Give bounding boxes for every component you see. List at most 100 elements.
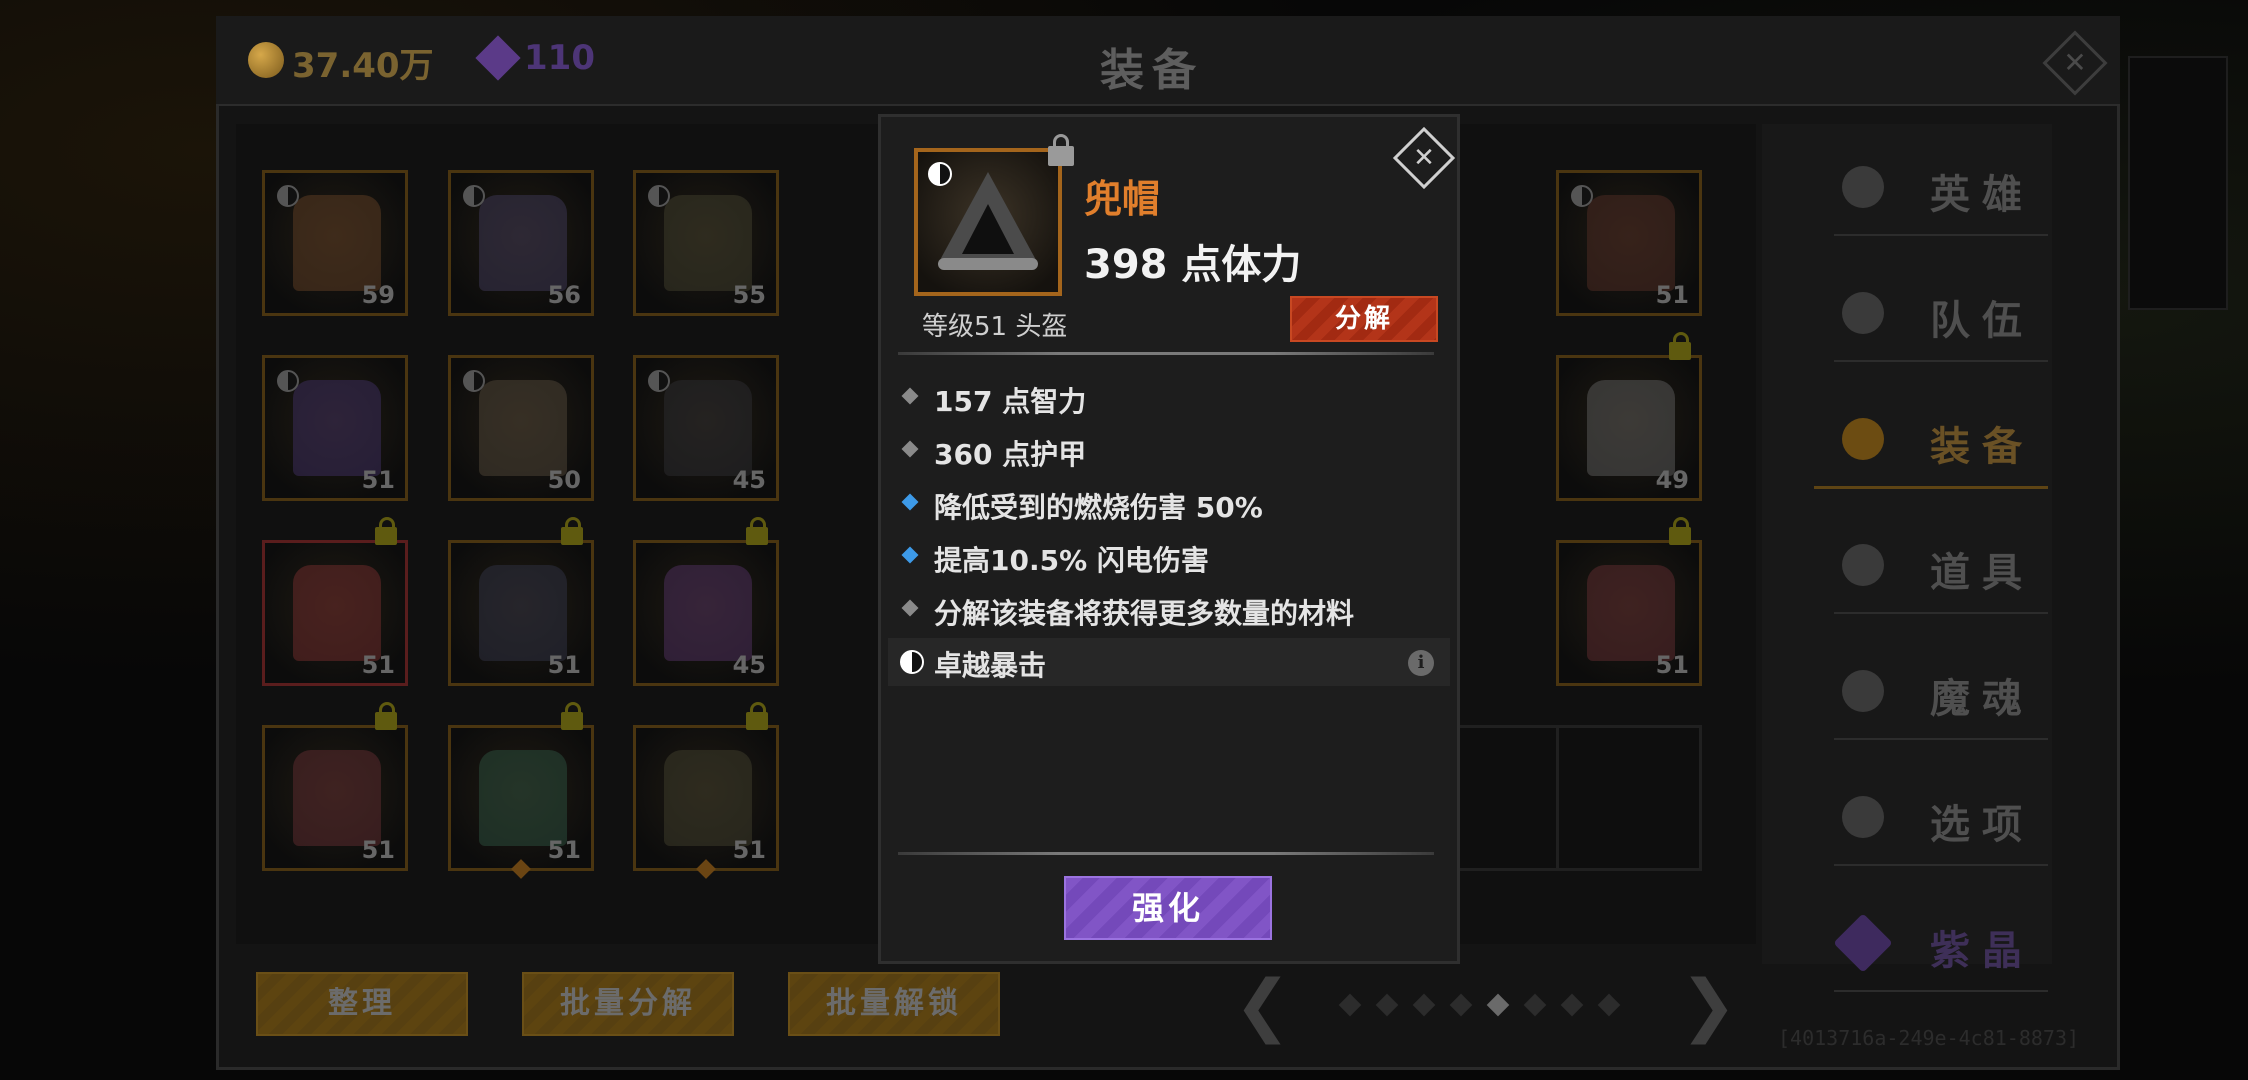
equipment-thumbnail [293,380,381,476]
crystal-icon [1833,913,1893,973]
menu-options[interactable]: 选项 [1834,768,2048,866]
menu-options-label: 选项 [1930,802,2034,848]
menu-team[interactable]: 队伍 [1834,264,2048,362]
menu-items[interactable]: 道具 [1834,516,2048,614]
menu-amethyst[interactable]: 紫晶 [1833,894,2048,992]
equipment-thumbnail [664,565,752,661]
inventory-slot[interactable]: 51 [448,517,594,686]
equipment-thumbnail [1587,380,1675,476]
divider [898,852,1434,855]
menu-team-label: 队伍 [1930,298,2034,344]
prev-page-arrow[interactable]: ❮ [1234,966,1291,1045]
special-attribute-text: 卓越暴击 [934,649,1047,682]
slot-level: 51 [732,836,766,864]
inventory-slot[interactable]: 51 [633,702,779,871]
menu-heroes[interactable]: 英雄 [1834,138,2048,236]
item-main-stat: 398 点体力 [1084,242,1302,288]
helmet-icon [1842,418,1884,460]
blue-diamond-bullet-icon [901,493,919,511]
slot-level: 51 [547,836,581,864]
info-icon[interactable]: i [1408,650,1434,676]
equipment-thumbnail [1587,565,1675,661]
inventory-slot[interactable]: 51 [1556,170,1702,316]
lock-icon [375,702,397,730]
equipment-thumbnail [1587,195,1675,291]
slot-level: 56 [547,281,581,309]
gear-icon [1842,796,1884,838]
diamond-bullet-icon [901,387,919,405]
attribute-row: 360 点护甲 [900,427,1444,475]
right-edge-panel [2128,56,2228,310]
menu-items-label: 道具 [1930,550,2034,596]
attribute-text: 降低受到的燃烧伤害 50% [934,491,1263,524]
inventory-slot[interactable]: 51 [1556,517,1702,686]
attribute-row: 157 点智力 [900,374,1444,422]
batch-dismantle-button[interactable]: 批量分解 [522,972,734,1036]
gold-amount: 37.40万 [292,46,434,86]
equipment-thumbnail [479,750,567,846]
special-attribute-row[interactable]: 卓越暴击 i [888,638,1450,686]
inventory-slot[interactable]: 50 [448,355,594,501]
lock-icon [375,517,397,545]
yin-yang-icon [928,162,952,186]
slot-level: 45 [732,466,766,494]
inventory-slot[interactable]: 56 [448,170,594,316]
inventory-slot[interactable]: 49 [1556,332,1702,501]
slot-level: 50 [547,466,581,494]
enhance-button[interactable]: 强化 [1064,876,1272,940]
sort-button[interactable]: 整理 [256,972,468,1036]
lock-icon [1669,332,1691,360]
next-page-arrow[interactable]: ❯ [1680,966,1737,1045]
equipment-thumbnail [664,380,752,476]
menu-heroes-label: 英雄 [1930,172,2034,218]
slot-level: 51 [361,836,395,864]
inventory-slot[interactable]: 45 [633,517,779,686]
slot-level: 51 [361,466,395,494]
yin-yang-icon [277,185,299,207]
inventory-slot[interactable]: 59 [262,170,408,316]
equipment-thumbnail [293,195,381,291]
panel-title: 装备 [1100,45,1204,96]
lock-icon[interactable] [1048,134,1074,166]
slot-level: 51 [547,651,581,679]
inventory-slot[interactable]: 55 [633,170,779,316]
batch-unlock-button[interactable]: 批量解锁 [788,972,1000,1036]
attribute-row: 分解该装备将获得更多数量的材料 [900,586,1444,634]
heroes-icon [1842,166,1884,208]
inventory-slot[interactable] [1556,725,1702,871]
attribute-text: 360 点护甲 [934,438,1087,471]
dismantle-button[interactable]: 分解 [1290,296,1438,342]
attribute-text: 分解该装备将获得更多数量的材料 [934,597,1355,630]
equipment-thumbnail [479,380,567,476]
yin-yang-icon [900,650,924,674]
gem-amount: 110 [524,38,595,78]
inventory-slot[interactable]: 45 [633,355,779,501]
menu-equipment[interactable]: 装备 [1814,390,2048,489]
slot-level: 51 [361,651,395,679]
equipment-thumbnail [479,195,567,291]
inventory-slot[interactable]: 51 [262,517,408,686]
gold-coin-icon [248,42,284,78]
inventory-slot[interactable]: 51 [262,702,408,871]
slot-level: 51 [1655,281,1689,309]
flag-icon [1842,292,1884,334]
menu-equipment-label: 装备 [1930,424,2034,470]
yin-yang-icon [648,185,670,207]
menu-souls[interactable]: 魔魂 [1834,642,2048,740]
inventory-slot[interactable]: 51 [448,702,594,871]
attribute-text: 157 点智力 [934,385,1087,418]
blue-diamond-bullet-icon [901,546,919,564]
flame-icon [1842,670,1884,712]
equipment-thumbnail [293,750,381,846]
inventory-slot[interactable]: 51 [262,355,408,501]
equipment-thumbnail [664,195,752,291]
slot-level: 45 [732,651,766,679]
hood-rim [938,258,1038,270]
yin-yang-icon [1571,185,1593,207]
diamond-bullet-icon [901,440,919,458]
lock-icon [561,517,583,545]
yin-yang-icon [648,370,670,392]
close-icon: ✕ [2063,46,2087,79]
yin-yang-icon [463,370,485,392]
hood-shadow [962,204,1014,254]
